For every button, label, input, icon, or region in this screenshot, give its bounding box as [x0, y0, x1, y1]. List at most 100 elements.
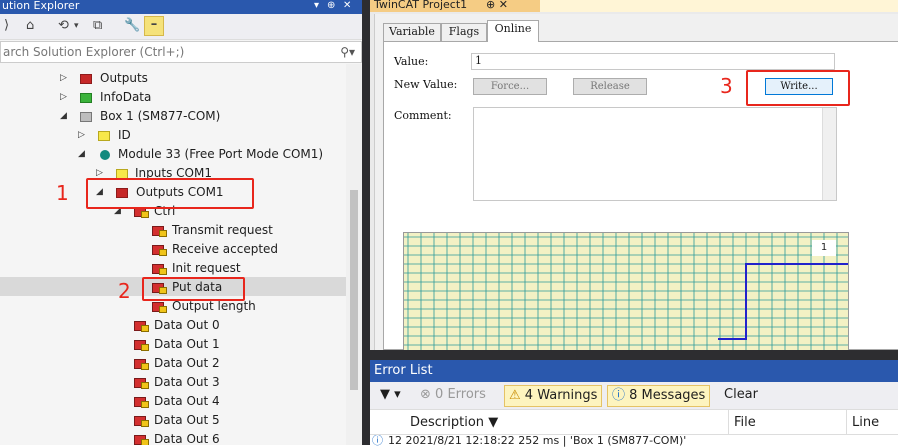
tree-item-label: Outputs [100, 71, 148, 85]
comment-label: Comment: [394, 109, 452, 122]
info-icon: ⓘ [612, 388, 626, 403]
annotation-number-3: 3 [720, 74, 733, 98]
error-list-title: Error List [374, 363, 433, 378]
module-icon [100, 150, 110, 160]
annotation-box-3 [746, 70, 850, 106]
error-icon: ⊗ [420, 387, 431, 402]
line-column-header[interactable]: Line [852, 410, 879, 435]
tree-item-label: Data Out 0 [154, 318, 220, 332]
messages-count: 8 Messages [629, 388, 706, 403]
tree-item-label: Data Out 5 [154, 413, 220, 427]
pin-icon[interactable]: ⊕ [327, 0, 335, 12]
tree-item-label: Data Out 6 [154, 432, 220, 445]
error-list-row[interactable]: ⓘ 12 2021/8/21 12:18:22 252 ms | 'Box 1 … [370, 435, 898, 447]
twincat-project-panel: TwinCAT Project1 ⊕ ✕ Variable Flags Onli… [370, 0, 898, 350]
variable-icon [152, 245, 167, 256]
tab-online-label: Online [494, 22, 532, 35]
release-button-label: Release [590, 81, 630, 92]
errors-count: 0 Errors [435, 387, 486, 402]
tree-item-label: Init request [172, 261, 241, 275]
search-icon[interactable]: ⚲▾ [340, 42, 355, 62]
comment-scrollbar[interactable] [822, 108, 836, 200]
error-row-text: 12 2021/8/21 12:18:22 252 ms | 'Box 1 (S… [388, 435, 687, 447]
search-box[interactable]: arch Solution Explorer (Ctrl+;) ⚲▾ [0, 41, 362, 63]
sync-icon[interactable]: ⧉ [93, 18, 102, 34]
error-list-header: Description ▼ File Line [370, 410, 898, 435]
error-list-panel: Error List ▼ ▾ ⊗ 0 Errors ⚠ 4 Warnings ⓘ… [370, 360, 898, 447]
home-icon[interactable]: ⌂ [26, 18, 34, 34]
scope-value-label: 1 [812, 240, 836, 256]
output-icon [80, 74, 92, 84]
filter-icon[interactable]: ▼ ▾ [376, 385, 405, 407]
id-icon [98, 131, 110, 141]
forward-icon[interactable]: ⟩ [4, 18, 9, 34]
annotation-number-1: 1 [56, 181, 69, 205]
force-button[interactable]: Force... [473, 78, 547, 95]
document-tab-controls[interactable]: ⊕ ✕ [486, 0, 508, 10]
value-text: 1 [475, 54, 482, 67]
column-divider[interactable] [728, 410, 729, 435]
tree-item-label: Data Out 1 [154, 337, 220, 351]
scope-svg [404, 233, 848, 350]
expand-arrow-icon[interactable]: ▷ [60, 69, 70, 88]
clear-label: Clear [724, 387, 758, 402]
tree-item-label: Data Out 3 [154, 375, 220, 389]
document-tab-title: TwinCAT Project1 [374, 0, 468, 11]
info-icon: ⓘ [372, 435, 383, 447]
annotation-box-1 [86, 178, 254, 209]
solution-explorer-title: ution Explorer [2, 0, 80, 12]
warnings-filter-button[interactable]: ⚠ 4 Warnings [504, 385, 603, 407]
dropdown-icon[interactable]: ▾ [314, 0, 319, 12]
tab-flags[interactable]: Flags [441, 23, 487, 41]
variable-icon [134, 378, 149, 389]
search-input[interactable]: arch Solution Explorer (Ctrl+;) [3, 45, 184, 59]
variable-icon [134, 359, 149, 370]
scrollbar-thumb[interactable] [350, 190, 358, 390]
tree-item-label: Module 33 (Free Port Mode COM1) [118, 147, 324, 161]
tree-item-label: InfoData [100, 90, 152, 104]
toggle-preview-icon[interactable]: – [144, 16, 164, 36]
new-value-label: New Value: [394, 78, 458, 91]
close-icon[interactable]: ✕ [343, 0, 351, 12]
variable-icon [134, 435, 149, 445]
messages-filter-button[interactable]: ⓘ 8 Messages [607, 385, 711, 407]
file-column-header[interactable]: File [734, 410, 756, 435]
history-icon[interactable]: ⟲ [58, 18, 69, 34]
collapse-arrow-icon[interactable]: ◢ [60, 107, 70, 126]
warnings-count: 4 Warnings [524, 388, 598, 403]
sort-down-icon: ▼ [488, 415, 499, 430]
tree-item-label: Data Out 2 [154, 356, 220, 370]
tree-item-label: ID [118, 128, 131, 142]
column-divider[interactable] [846, 410, 847, 435]
variable-icon [134, 397, 149, 408]
history-dropdown-icon[interactable]: ▾ [74, 18, 79, 34]
scope-chart: 1 [403, 232, 849, 350]
tab-online[interactable]: Online [487, 20, 539, 42]
clear-button[interactable]: Clear [720, 385, 762, 407]
panel-divider[interactable] [362, 0, 370, 445]
info-data-icon [80, 93, 92, 103]
tab-variable-label: Variable [389, 25, 435, 38]
warning-icon: ⚠ [509, 388, 521, 403]
wrench-icon[interactable]: 🔧 [124, 18, 140, 34]
expand-arrow-icon[interactable]: ▷ [60, 88, 70, 107]
expand-arrow-icon[interactable]: ▷ [78, 126, 88, 145]
comment-field[interactable] [473, 107, 837, 201]
solution-explorer-title-bar: ution Explorer ▾ ⊕ ✕ [0, 0, 362, 14]
collapse-arrow-icon[interactable]: ◢ [78, 145, 88, 164]
document-tab[interactable]: TwinCAT Project1 ⊕ ✕ [370, 0, 540, 12]
release-button[interactable]: Release [573, 78, 647, 95]
description-column-header[interactable]: Description ▼ [410, 410, 498, 435]
tab-variable[interactable]: Variable [383, 23, 441, 41]
value-label: Value: [394, 55, 429, 68]
variable-editor: Variable Flags Online Value: 1 New Value… [374, 14, 898, 350]
box-icon [80, 112, 92, 122]
tree-item-label: Transmit request [172, 223, 273, 237]
variable-icon [134, 340, 149, 351]
variable-icon [152, 226, 167, 237]
variable-icon [134, 321, 149, 332]
tree-item-label: Data Out 4 [154, 394, 220, 408]
panel-splitter[interactable] [370, 350, 898, 360]
solution-explorer-panel: ution Explorer ▾ ⊕ ✕ ⟩ ⌂ ⟲ ▾ ⧉ 🔧 – arch … [0, 0, 362, 445]
errors-filter-button[interactable]: ⊗ 0 Errors [416, 385, 490, 407]
